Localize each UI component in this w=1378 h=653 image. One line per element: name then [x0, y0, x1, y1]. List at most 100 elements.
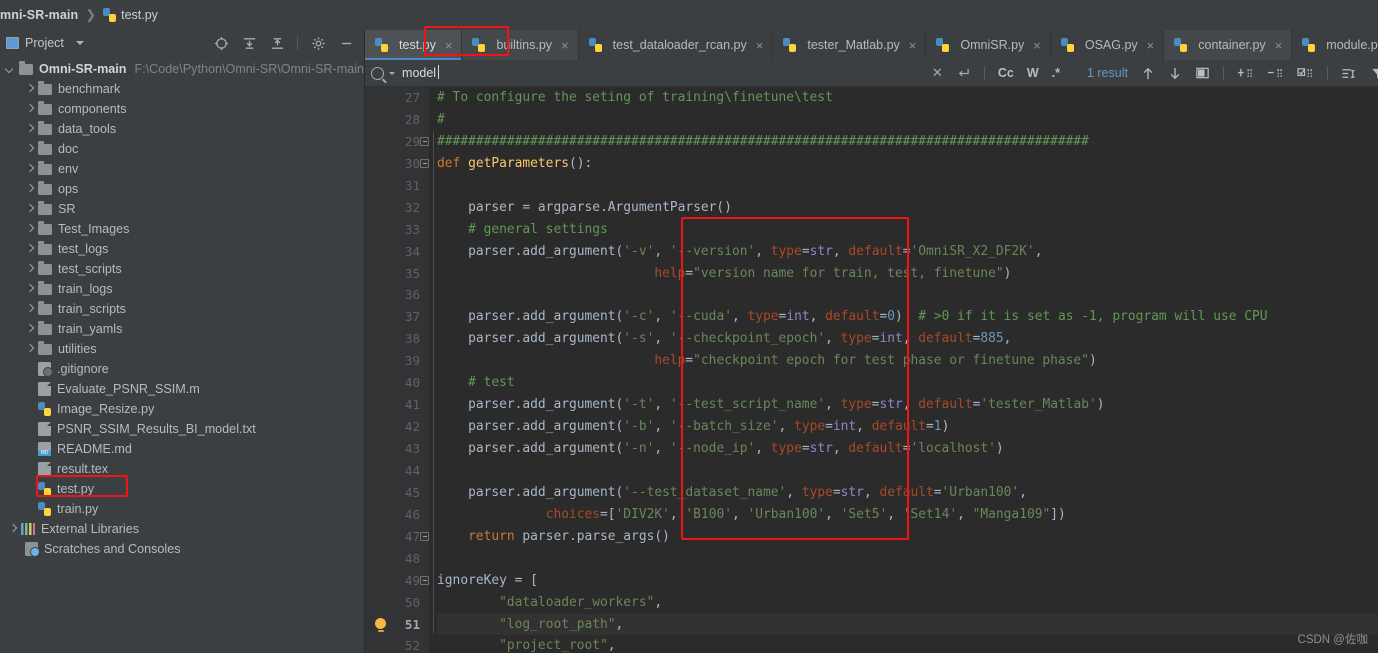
tree-item-train-py[interactable]: train.py	[0, 499, 364, 519]
chevron-right-icon[interactable]	[25, 265, 34, 274]
tree-item-ops[interactable]: ops	[0, 179, 364, 199]
close-icon[interactable]: ×	[756, 38, 764, 53]
project-tree[interactable]: Omni-SR-main F:\Code\Python\Omni-SR\Omni…	[0, 56, 364, 653]
code-line[interactable]	[437, 548, 1378, 570]
code-line[interactable]: parser.add_argument('-s', '--checkpoint_…	[437, 328, 1378, 350]
code-fold-toggle[interactable]	[420, 575, 430, 585]
code-line[interactable]: #	[437, 109, 1378, 131]
locate-icon[interactable]	[213, 35, 229, 51]
chevron-right-icon[interactable]	[25, 245, 34, 254]
new-line-icon[interactable]	[1341, 66, 1357, 81]
code-line[interactable]: "dataloader_workers",	[437, 592, 1378, 614]
code-fold-toggle[interactable]	[420, 136, 430, 146]
close-icon[interactable]: ×	[1033, 38, 1041, 53]
code-line[interactable]: parser.add_argument('--test_dataset_name…	[437, 482, 1378, 504]
code-line[interactable]: help="checkpoint epoch for test phase or…	[437, 350, 1378, 372]
gear-icon[interactable]	[310, 35, 326, 51]
search-history-icon[interactable]	[956, 67, 971, 80]
chevron-down-icon[interactable]	[75, 41, 84, 45]
collapse-all-icon[interactable]	[269, 35, 285, 51]
chevron-right-icon[interactable]	[25, 185, 34, 194]
search-input[interactable]: model	[371, 65, 761, 80]
chevron-right-icon[interactable]	[25, 285, 34, 294]
breadcrumb-file[interactable]: test.py	[121, 8, 158, 22]
next-match-icon[interactable]	[1168, 66, 1182, 81]
tree-item-test-logs[interactable]: test_logs	[0, 239, 364, 259]
tree-item-components[interactable]: components	[0, 99, 364, 119]
code-line[interactable]: return parser.parse_args()	[437, 526, 1378, 548]
editor-tab-tester-matlab-py[interactable]: tester_Matlab.py ×	[773, 30, 927, 60]
prev-match-icon[interactable]	[1141, 66, 1155, 81]
select-all-occurrences-icon[interactable]	[1297, 66, 1314, 81]
source-code[interactable]: # To configure the seting of training\fi…	[429, 87, 1378, 653]
editor-tab-omnisr-py[interactable]: OmniSR.py ×	[926, 30, 1051, 60]
editor-tab-builtins-py[interactable]: builtins.py ×	[462, 30, 579, 60]
tree-item-train-logs[interactable]: train_logs	[0, 279, 364, 299]
code-editor[interactable]: 27 28 29 30 31 32 33 34 35 36 37 38 39 40 41 42 43 44 45 46…	[365, 87, 1378, 653]
close-icon[interactable]: ×	[445, 38, 453, 53]
tree-item-image-resize-py[interactable]: Image_Resize.py	[0, 399, 364, 419]
code-line[interactable]: # To configure the seting of training\fi…	[437, 87, 1378, 109]
tree-item-benchmark[interactable]: benchmark	[0, 79, 364, 99]
chevron-right-icon[interactable]	[25, 325, 34, 334]
clear-icon[interactable]: ✕	[932, 65, 943, 81]
match-case-toggle[interactable]: Cc	[998, 66, 1014, 80]
editor-tab-container-py[interactable]: container.py ×	[1164, 30, 1293, 60]
tree-item-data-tools[interactable]: data_tools	[0, 119, 364, 139]
project-tool-window-button[interactable]: Project	[6, 36, 84, 50]
tree-item-env[interactable]: env	[0, 159, 364, 179]
tree-item-doc[interactable]: doc	[0, 139, 364, 159]
tree-item-scratches[interactable]: Scratches and Consoles	[0, 539, 364, 559]
code-line[interactable]: choices=['DIV2K', 'B100', 'Urban100', 'S…	[437, 504, 1378, 526]
chevron-right-icon[interactable]	[25, 85, 34, 94]
chevron-right-icon[interactable]	[25, 125, 34, 134]
code-line[interactable]: # test	[437, 372, 1378, 394]
close-icon[interactable]: ×	[1275, 38, 1283, 53]
editor-tab-test-dataloader-rcan-py[interactable]: test_dataloader_rcan.py ×	[579, 30, 774, 60]
code-line[interactable]: # general settings	[437, 219, 1378, 241]
regex-toggle[interactable]: .*	[1052, 66, 1060, 80]
editor-tab-bar[interactable]: test.py × builtins.py × test_dataloader_rcan…	[365, 30, 1378, 60]
open-in-find-window-icon[interactable]	[1195, 66, 1210, 80]
chevron-right-icon[interactable]	[25, 305, 34, 314]
code-line[interactable]	[437, 284, 1378, 306]
chevron-down-icon[interactable]	[389, 71, 396, 75]
tree-root-item[interactable]: Omni-SR-main F:\Code\Python\Omni-SR\Omni…	[0, 59, 364, 79]
code-line[interactable]: parser.add_argument('-t', '--test_script…	[437, 394, 1378, 416]
tree-item-external-libraries[interactable]: External Libraries	[0, 519, 364, 539]
code-line[interactable]: parser.add_argument('-v', '--version', t…	[437, 241, 1378, 263]
filter-icon[interactable]	[1370, 66, 1378, 81]
breadcrumb-project[interactable]: mni-SR-main	[0, 8, 78, 22]
chevron-right-icon[interactable]	[8, 525, 17, 534]
tree-item-test-py[interactable]: test.py	[0, 479, 364, 499]
tree-item-test-scripts[interactable]: test_scripts	[0, 259, 364, 279]
tree-item-utilities[interactable]: utilities	[0, 339, 364, 359]
add-occurrence-icon[interactable]	[1237, 66, 1254, 81]
tree-item-psnr-ssim-results-bi-model-txt[interactable]: PSNR_SSIM_Results_BI_model.txt	[0, 419, 364, 439]
code-line[interactable]: ignoreKey = [	[437, 570, 1378, 592]
tree-item-readme-md[interactable]: README.md	[0, 439, 364, 459]
code-line[interactable]: help="version name for train, test, fine…	[437, 263, 1378, 285]
close-icon[interactable]: ×	[1147, 38, 1155, 53]
tree-item--gitignore[interactable]: .gitignore	[0, 359, 364, 379]
code-fold-toggle[interactable]	[420, 531, 430, 541]
tree-item-train-yamls[interactable]: train_yamls	[0, 319, 364, 339]
chevron-right-icon[interactable]	[25, 105, 34, 114]
remove-occurrence-icon[interactable]	[1267, 66, 1284, 81]
code-line[interactable]: parser.add_argument('-n', '--node_ip', t…	[437, 438, 1378, 460]
editor-tab-test-py[interactable]: test.py ×	[365, 30, 463, 60]
code-line[interactable]: parser.add_argument('-c', '--cuda', type…	[437, 306, 1378, 328]
chevron-right-icon[interactable]	[25, 345, 34, 354]
chevron-right-icon[interactable]	[25, 205, 34, 214]
code-line[interactable]: "log_root_path",	[437, 613, 1378, 636]
tree-item-result-tex[interactable]: result.tex	[0, 459, 364, 479]
code-line[interactable]: ########################################…	[437, 131, 1378, 153]
code-line[interactable]	[437, 460, 1378, 482]
chevron-right-icon[interactable]	[25, 145, 34, 154]
minimize-icon[interactable]	[338, 35, 354, 51]
intention-bulb-icon[interactable]	[375, 617, 387, 632]
code-fold-toggle[interactable]	[420, 158, 430, 168]
tree-item-test-images[interactable]: Test_Images	[0, 219, 364, 239]
chevron-down-icon[interactable]	[6, 65, 15, 74]
expand-all-icon[interactable]	[241, 35, 257, 51]
